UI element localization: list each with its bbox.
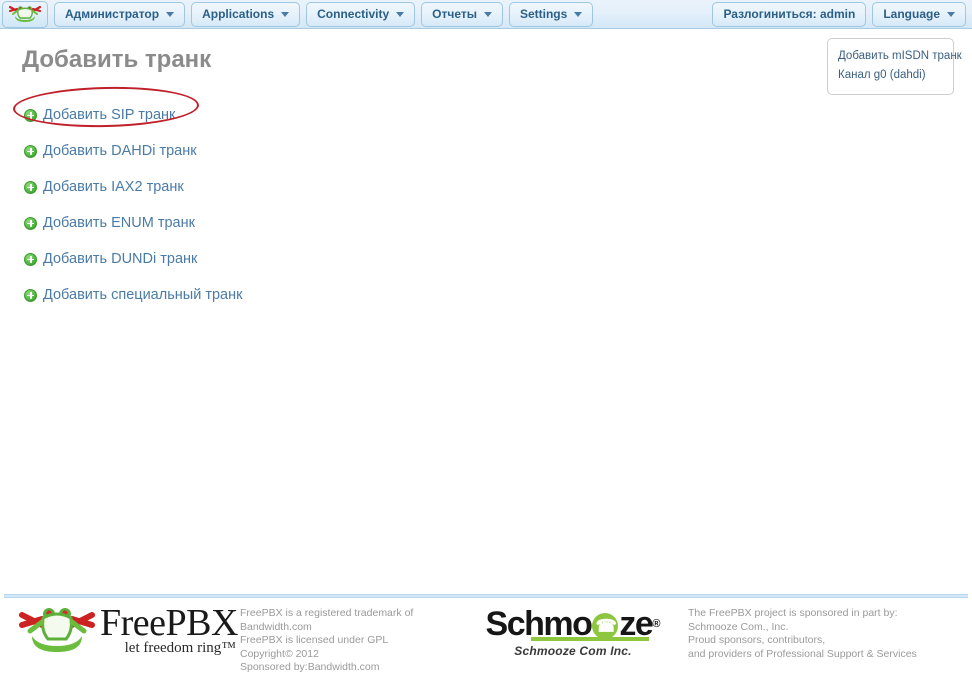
footer-sponsor-text: The FreePBX project is sponsored in part… [688, 601, 972, 661]
schmooze-subtitle: Schmooze Com Inc. [514, 644, 632, 658]
chevron-down-icon [947, 11, 955, 17]
trunk-link-label[interactable]: Добавить DAHDi транк [43, 143, 197, 159]
trunk-link-label[interactable]: Добавить SIP транк [43, 107, 175, 123]
footer-divider [4, 594, 968, 598]
language-label: Language [883, 7, 940, 21]
footer-legal-line: FreePBX is licensed under GPL [240, 634, 389, 646]
chevron-down-icon [396, 11, 405, 17]
footer-sponsor-line: Schmooze Com., Inc. [688, 620, 789, 633]
nav-item-label: Connectivity [317, 7, 390, 21]
nav-item-applications[interactable]: Applications [191, 1, 301, 27]
list-item-add-dahdi-trunk[interactable]: Добавить DAHDi транк [24, 133, 242, 169]
trunk-link-label[interactable]: Добавить DUNDi транк [43, 251, 197, 267]
list-item-add-iax2-trunk[interactable]: Добавить IAX2 транк [24, 169, 242, 205]
footer-sponsor-line: The FreePBX project is sponsored in part… [688, 607, 898, 619]
language-selector[interactable]: Language [872, 1, 966, 27]
registered-mark: ® [652, 617, 661, 630]
page-title: Добавить транк [22, 46, 212, 73]
footer-legal-line: FreePBX is a registered trademark of Ban… [240, 607, 414, 633]
freepbx-logo-button[interactable] [2, 0, 48, 28]
add-circle-icon [24, 216, 37, 230]
add-circle-icon [24, 288, 37, 302]
side-panel-item-channel[interactable]: Канал g0 (dahdi) [838, 66, 943, 85]
freepbx-frog-logo-icon [8, 5, 42, 22]
freepbx-frog-logo-icon [19, 608, 95, 652]
footer-legal-line: Copyright© 2012 [240, 647, 319, 660]
nav-item-administrator[interactable]: Администратор [54, 1, 186, 27]
logout-label: Разлогиниться: admin [723, 7, 856, 21]
trunk-link-label[interactable]: Добавить ENUM транк [43, 215, 195, 231]
add-circle-icon [24, 144, 37, 158]
nav-item-label: Applications [202, 7, 275, 21]
list-item-add-enum-trunk[interactable]: Добавить ENUM транк [24, 205, 242, 241]
schmooze-word-end: ze [619, 605, 653, 643]
top-navigation-bar: Администратор Applications Connectivity … [0, 0, 972, 29]
list-item-add-dundi-trunk[interactable]: Добавить DUNDi транк [24, 241, 242, 277]
freepbx-footer-logo: FreePBX let freedom ring™ [0, 601, 240, 657]
chevron-down-icon [574, 11, 583, 17]
footer-legal-text: FreePBX is a registered trademark of Ban… [240, 601, 458, 675]
logout-button[interactable]: Разлогиниться: admin [712, 1, 867, 27]
handset-glyph: ☎ [595, 616, 617, 636]
list-item-add-custom-trunk[interactable]: Добавить специальный транк [24, 277, 242, 313]
trunk-type-list: Добавить SIP транк Добавить DAHDi транк … [24, 97, 242, 313]
nav-item-settings[interactable]: Settings [508, 1, 594, 27]
main-content-area: Добавить транк Добавить SIP транк Добави… [0, 29, 972, 594]
footer-sponsor-line: and providers of Professional Support & … [688, 647, 917, 660]
add-circle-icon [24, 252, 37, 266]
list-item-add-sip-trunk[interactable]: Добавить SIP транк [24, 97, 242, 133]
schmooze-footer-logo: Schmo ☎ ze ® Schmooze Com Inc. [458, 601, 688, 658]
add-circle-icon [24, 108, 37, 122]
footer-sponsor-line: Proud sponsors, contributors, [688, 634, 826, 646]
add-circle-icon [24, 180, 37, 194]
trunk-link-label[interactable]: Добавить IAX2 транк [43, 179, 184, 195]
side-panel: Добавить mISDN транк Канал g0 (dahdi) [827, 38, 962, 95]
chevron-down-icon [281, 11, 290, 17]
chevron-down-icon [166, 11, 175, 17]
nav-item-reports[interactable]: Отчеты [421, 1, 503, 27]
page-footer: FreePBX let freedom ring™ FreePBX is a r… [0, 601, 972, 673]
freepbx-wordmark: FreePBX [100, 602, 238, 645]
phone-handset-icon: ☎ [592, 613, 619, 639]
schmooze-word-start: Schmo [485, 605, 593, 643]
schmooze-wordmark: Schmo ☎ ze ® [486, 607, 661, 641]
chevron-down-icon [483, 11, 492, 17]
nav-item-label: Settings [519, 7, 568, 21]
footer-legal-line: Sponsored by:Bandwidth.com [240, 661, 380, 673]
trunk-link-label[interactable]: Добавить специальный транк [43, 287, 242, 303]
nav-item-label: Отчеты [432, 7, 477, 21]
nav-item-connectivity[interactable]: Connectivity [306, 1, 416, 27]
nav-item-label: Администратор [65, 7, 160, 21]
side-panel-item-misdn[interactable]: Добавить mISDN транк [838, 47, 962, 66]
